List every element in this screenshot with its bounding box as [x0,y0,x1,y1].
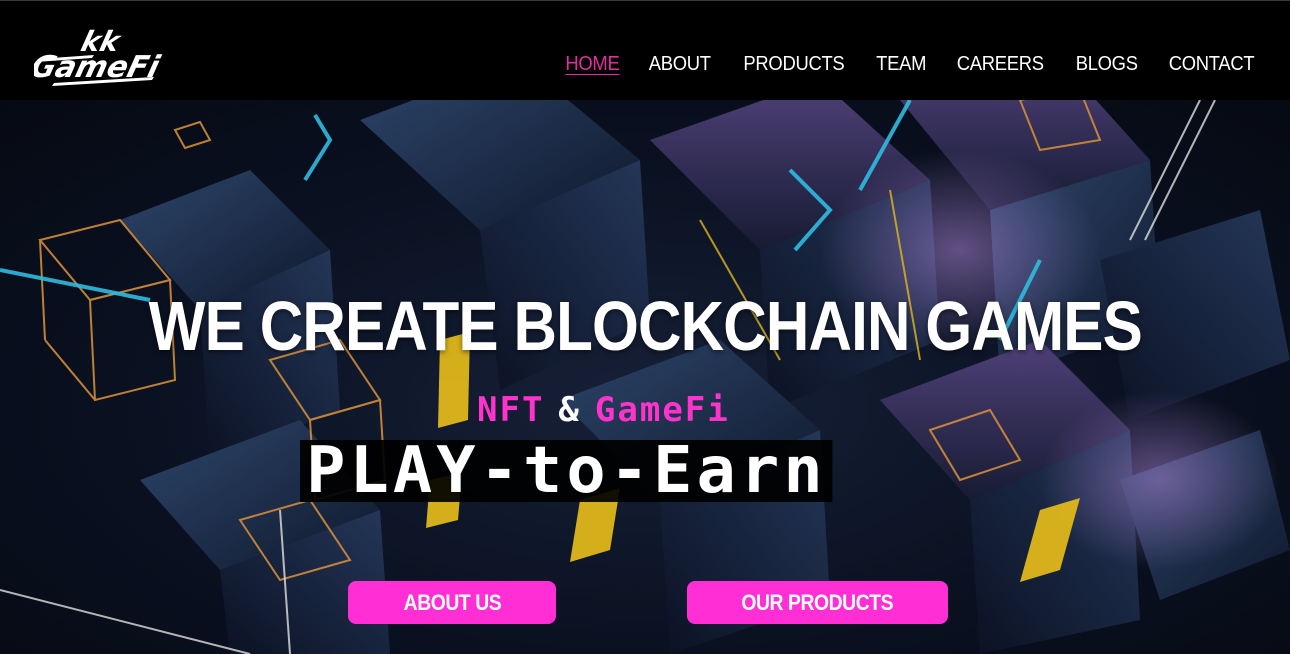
about-us-button[interactable]: ABOUT US [348,581,556,624]
nav-contact[interactable]: CONTACT [1169,51,1255,77]
hero-title: WE CREATE BLOCKCHAIN GAMES [148,287,1143,365]
about-us-button-label: ABOUT US [403,589,501,615]
nav-blogs[interactable]: BLOGS [1075,51,1137,77]
nav-careers[interactable]: CAREERS [957,51,1044,77]
tag-nft: NFT [477,390,545,430]
our-products-button-label: OUR PRODUCTS [741,589,894,615]
site-header: kk GameFi HOME ABOUT PRODUCTS TEAM CAREE… [0,0,1290,100]
hero-section [0,100,1290,654]
nav-products[interactable]: PRODUCTS [743,51,844,77]
hero-background-image [0,100,1290,654]
nav-about[interactable]: ABOUT [649,51,711,77]
nft-gamefi-tagline: NFT & GameFi [477,390,730,430]
our-products-button[interactable]: OUR PRODUCTS [687,581,948,624]
play-to-earn-text: PLAY-to-Earn [300,439,833,503]
main-nav: HOME ABOUT PRODUCTS TEAM CAREERS BLOGS C… [563,51,1259,77]
tag-ampersand: & [558,390,581,430]
tag-gamefi: GameFi [594,390,730,430]
nav-team[interactable]: TEAM [876,51,926,77]
gamefi-logo-mark: kk GameFi [27,25,163,86]
nav-home[interactable]: HOME [565,51,619,77]
gamefi-logo[interactable]: kk GameFi [27,25,176,87]
